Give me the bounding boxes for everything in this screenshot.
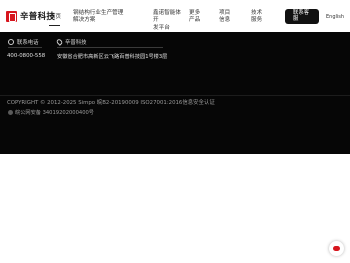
phone-heading: 联系电话 — [8, 38, 39, 46]
top-navigation-bar: 辛普科技 首页 钢结构行业生产管理 解决方案 鑫诺智能体开 发平台 更多 产品 … — [0, 0, 350, 32]
logo-mark-icon — [6, 10, 17, 22]
police-record-text: 皖公网安备 34019202000400号 — [15, 110, 94, 116]
phone-number[interactable]: 400-0800-558 — [7, 53, 45, 59]
address-heading-label: 辛普科技 — [65, 40, 87, 46]
nav-home[interactable]: 首页 — [50, 12, 61, 20]
nav-label-line1: 鑫诺智能体开 — [153, 10, 181, 24]
chat-bubble-icon[interactable] — [329, 241, 344, 256]
company-address: 安徽省合肥市高新区云飞路百普科技园1号楼3层 — [57, 54, 168, 60]
contact-support-button[interactable]: 联系客 服 — [285, 9, 319, 24]
address-divider — [57, 47, 163, 48]
phone-divider — [8, 47, 42, 48]
nav-agent-platform[interactable]: 鑫诺智能体开 发平台 — [153, 10, 185, 32]
nav-steel-structure-solution[interactable]: 钢结构行业生产管理 解决方案 — [73, 10, 133, 25]
contact-button-line2: 服 — [293, 16, 299, 23]
nav-label-line2: 解决方案 — [73, 17, 96, 24]
nav-label-line2: 信息 — [219, 17, 231, 24]
active-nav-underline — [49, 25, 60, 26]
nav-tech-service[interactable]: 技术 服务 — [251, 10, 271, 25]
address-heading: 辛普科技 — [55, 38, 87, 46]
nav-label-line2: 服务 — [251, 17, 263, 24]
site-footer — [0, 32, 350, 154]
phone-heading-label: 联系电话 — [17, 40, 39, 46]
phone-icon — [8, 39, 14, 45]
footer-divider — [0, 95, 350, 96]
nav-project-info[interactable]: 项目 信息 — [219, 10, 239, 25]
copyright-text: COPYRIGHT © 2012-2025 Simpo 皖B2-20190009… — [7, 100, 215, 106]
nav-label-line2: 产品 — [189, 17, 201, 24]
police-badge-icon — [8, 110, 13, 115]
location-pin-icon — [55, 38, 64, 46]
page: 辛普科技 首页 钢结构行业生产管理 解决方案 鑫诺智能体开 发平台 更多 产品 … — [0, 0, 350, 263]
language-switch[interactable]: English — [326, 14, 344, 20]
company-logo[interactable]: 辛普科技 — [6, 10, 55, 22]
police-record[interactable]: 皖公网安备 34019202000400号 — [8, 109, 94, 116]
nav-more-products[interactable]: 更多 产品 — [189, 10, 209, 25]
